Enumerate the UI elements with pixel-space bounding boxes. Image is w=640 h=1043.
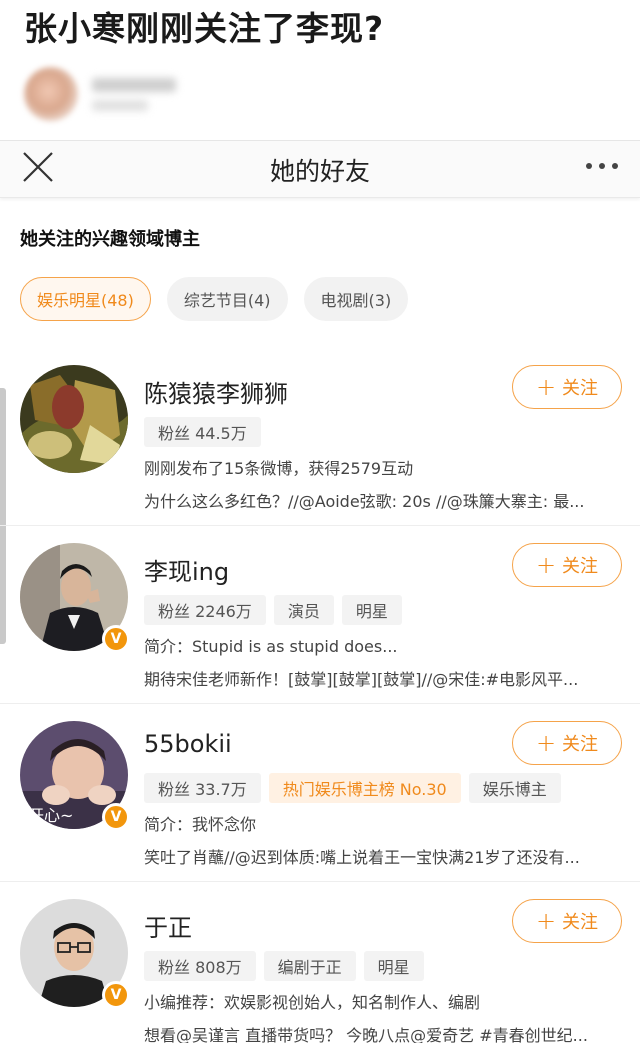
- avatar[interactable]: [20, 365, 128, 473]
- author-row[interactable]: [24, 62, 176, 126]
- user-latest-post[interactable]: 笑吐了肖蘸//@迟到体质:嘴上说着王一宝快满21岁了还没有...: [144, 844, 624, 868]
- user-tags: 粉丝 33.7万 热门娱乐博主榜 No.30 娱乐博主: [144, 773, 561, 803]
- user-latest-post[interactable]: 想看@吴谨言 直播带货吗？ 今晚八点@爱奇艺 #青春创世纪...: [144, 1022, 624, 1043]
- user-name[interactable]: 于正: [144, 908, 192, 943]
- list-item[interactable]: 陈猿猿李狮狮 + 关注 粉丝 44.5万 刚刚发布了15条微博，获得2579互动…: [0, 348, 640, 526]
- sheet-title: 她的好友: [269, 157, 370, 186]
- user-name[interactable]: 陈猿猿李狮狮: [144, 374, 288, 409]
- section-title: 她关注的兴趣领域博主: [20, 229, 200, 250]
- user-tag[interactable]: 编剧于正: [263, 951, 356, 981]
- verified-badge-icon: V: [102, 803, 130, 831]
- user-latest-post[interactable]: 期待宋佳老师新作！[鼓掌][鼓掌][鼓掌]//@宋佳:#电影风平...: [144, 666, 624, 690]
- follow-label: 关注: [562, 556, 599, 577]
- user-bio: 简介：我怀念你: [144, 815, 257, 834]
- user-list: 陈猿猿李狮狮 + 关注 粉丝 44.5万 刚刚发布了15条微博，获得2579互动…: [0, 348, 640, 1043]
- follow-button[interactable]: + 关注: [512, 365, 622, 409]
- follow-button[interactable]: + 关注: [512, 721, 622, 765]
- user-bio: 简介：Stupid is as stupid does...: [144, 637, 398, 656]
- follow-label: 关注: [562, 912, 599, 933]
- user-bio: 小编推荐：欢娱影视创始人，知名制作人、编剧: [144, 993, 481, 1012]
- plus-icon: +: [535, 907, 557, 935]
- plus-icon: +: [535, 551, 557, 579]
- sheet-header: 她的好友: [0, 140, 640, 198]
- tab-tv-dramas[interactable]: 电视剧(3): [303, 277, 409, 321]
- article-title: 张小寒刚刚关注了李现?: [24, 9, 385, 48]
- list-item[interactable]: V 李现ing + 关注 粉丝 2246万 演员 明星 简介：Stupid is…: [0, 526, 640, 704]
- user-activity-text: 刚刚发布了15条微博，获得2579互动: [144, 459, 414, 478]
- verified-badge-icon: V: [102, 981, 130, 1009]
- category-tabs: 娱乐明星(48) 综艺节目(4) 电视剧(3): [20, 277, 409, 321]
- follow-button[interactable]: + 关注: [512, 899, 622, 943]
- user-tag[interactable]: 娱乐博主: [468, 773, 561, 803]
- user-tag[interactable]: 明星: [341, 595, 402, 625]
- user-name[interactable]: 55bokii: [144, 730, 232, 758]
- tab-variety-shows[interactable]: 综艺节目(4): [166, 277, 288, 321]
- avatar[interactable]: 开心~ V: [20, 721, 130, 831]
- user-name[interactable]: 李现ing: [144, 552, 229, 587]
- fans-count-badge: 粉丝 808万: [144, 951, 256, 981]
- user-tag[interactable]: 演员: [273, 595, 334, 625]
- fans-count-badge: 粉丝 2246万: [144, 595, 266, 625]
- more-options-icon[interactable]: [586, 163, 618, 169]
- user-tags: 粉丝 44.5万: [144, 417, 261, 447]
- avatar[interactable]: V: [20, 543, 130, 653]
- svg-text:开心~: 开心~: [28, 806, 73, 825]
- tab-entertainment-stars[interactable]: 娱乐明星(48): [20, 277, 151, 321]
- list-item[interactable]: 开心~ V 55bokii + 关注 粉丝 33.7万 热门娱乐博主榜 No.3…: [0, 704, 640, 882]
- author-info-blurred: [92, 77, 176, 111]
- user-latest-post[interactable]: 为什么这么多红色？//@Aoide弦歌: 20s //@珠簾大寨主: 最...: [144, 488, 624, 512]
- plus-icon: +: [535, 729, 557, 757]
- fans-count-badge: 粉丝 44.5万: [144, 417, 261, 447]
- follow-label: 关注: [562, 734, 599, 755]
- user-tag[interactable]: 明星: [363, 951, 424, 981]
- follow-label: 关注: [562, 378, 599, 399]
- follow-button[interactable]: + 关注: [512, 543, 622, 587]
- author-avatar[interactable]: [24, 67, 78, 121]
- verified-badge-icon: V: [102, 625, 130, 653]
- fans-count-badge: 粉丝 33.7万: [144, 773, 261, 803]
- user-tags: 粉丝 808万 编剧于正 明星: [144, 951, 424, 981]
- plus-icon: +: [535, 373, 557, 401]
- list-item[interactable]: V 于正 + 关注 粉丝 808万 编剧于正 明星 小编推荐：欢娱影视创始人，知…: [0, 882, 640, 1043]
- user-tags: 粉丝 2246万 演员 明星: [144, 595, 402, 625]
- ranking-badge[interactable]: 热门娱乐博主榜 No.30: [268, 773, 461, 803]
- avatar[interactable]: V: [20, 899, 130, 1009]
